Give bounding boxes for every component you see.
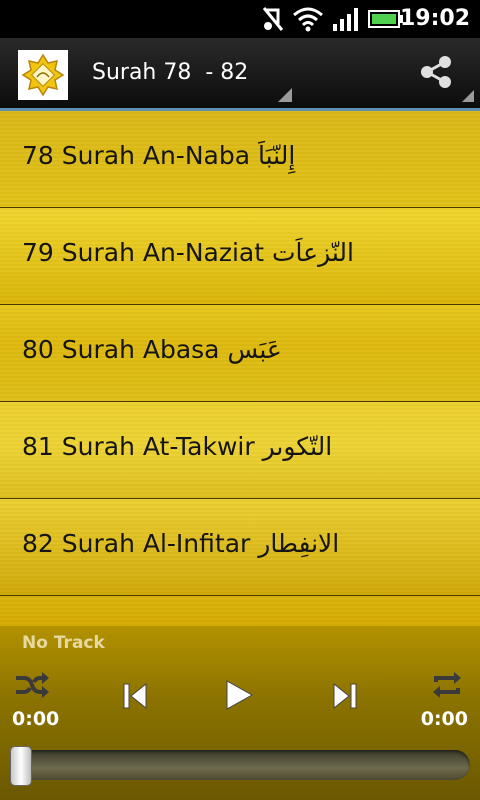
shuffle-button[interactable] xyxy=(14,670,50,704)
repeat-icon xyxy=(433,672,461,698)
surah-range-title: Surah 78 - 82 xyxy=(92,60,249,85)
surah-label: 81 Surah At-Takwir التّکوىر xyxy=(22,432,333,461)
share-corner-icon xyxy=(462,90,474,102)
shuffle-icon xyxy=(16,672,49,698)
previous-icon xyxy=(123,682,147,710)
list-item[interactable]: 79 Surah An-Naziat النّزعاَت xyxy=(0,208,480,305)
list-item[interactable]: 81 Surah At-Takwir التّکوىر xyxy=(0,402,480,499)
next-icon xyxy=(333,682,357,710)
wifi-icon xyxy=(292,6,324,36)
play-icon xyxy=(226,680,254,710)
list-item[interactable]: 78 Surah An-Naba إِلنّبَاَ xyxy=(0,111,480,208)
track-title: No Track xyxy=(22,633,105,653)
surah-label: 78 Surah An-Naba إِلنّبَاَ xyxy=(22,141,296,170)
surah-label: 80 Surah Abasa عَبَس xyxy=(22,335,282,364)
surah-label: 79 Surah An-Naziat النّزعاَت xyxy=(22,238,354,267)
action-bar: Surah 78 - 82 xyxy=(0,38,480,111)
quran-logo-icon xyxy=(18,50,68,100)
previous-button[interactable] xyxy=(122,682,148,714)
play-button[interactable] xyxy=(224,679,254,715)
share-icon xyxy=(421,56,451,88)
seek-thumb[interactable] xyxy=(10,746,32,786)
spinner-corner-icon xyxy=(278,88,292,102)
share-button[interactable] xyxy=(406,38,480,108)
surah-list: 78 Surah An-Naba إِلنّبَاَ 79 Surah An-N… xyxy=(0,111,480,626)
next-button[interactable] xyxy=(332,682,358,714)
signal-icon xyxy=(332,6,360,36)
total-time: 0:00 xyxy=(420,708,468,730)
list-item[interactable]: 82 Surah Al-Infitar الانفِطار xyxy=(0,499,480,596)
audio-player: No Track 0:00 0:00 xyxy=(0,626,480,800)
surah-range-spinner[interactable]: Surah 78 - 82 xyxy=(88,38,296,108)
surah-label: 82 Surah Al-Infitar الانفِطار xyxy=(22,529,340,558)
battery-icon xyxy=(368,6,404,36)
repeat-button[interactable] xyxy=(430,670,464,704)
seek-bar[interactable] xyxy=(10,746,470,786)
list-item[interactable]: 80 Surah Abasa عَبَس xyxy=(0,305,480,402)
current-time: 0:00 xyxy=(12,708,60,730)
headset-muted-icon xyxy=(262,6,284,36)
status-time: 19:02 xyxy=(399,6,470,31)
status-bar: 19:02 xyxy=(0,0,480,38)
